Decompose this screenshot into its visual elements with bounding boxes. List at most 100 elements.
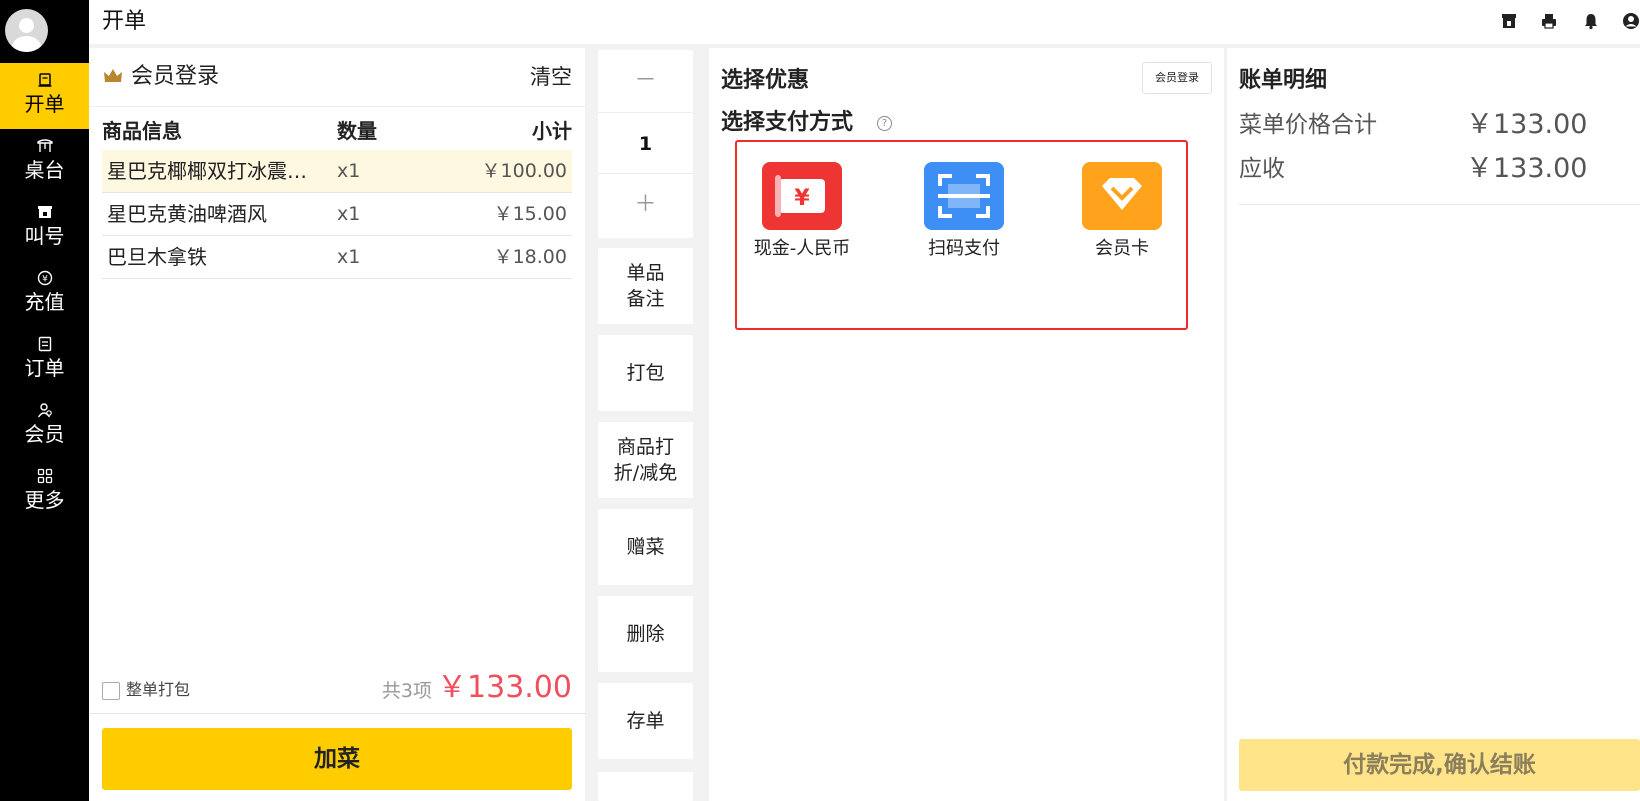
discount-label-line2: 折/减免 <box>613 462 678 484</box>
item-subtotal: ￥100.00 <box>481 160 567 182</box>
order-icon <box>0 72 89 90</box>
delete-button[interactable]: 删除 <box>598 596 693 672</box>
save-order-label: 存单 <box>626 710 665 732</box>
more-icon <box>0 468 89 486</box>
increment-button[interactable]: ＋ <box>598 174 693 236</box>
cash-icon: ¥ <box>762 162 842 230</box>
pack-all-label[interactable]: 整单打包 <box>126 678 190 702</box>
sidebar-item-call-number[interactable]: 叫号 <box>0 195 89 261</box>
delete-label: 删除 <box>626 623 665 645</box>
scan-icon <box>924 162 1004 230</box>
sidebar-item-label: 叫号 <box>24 224 65 248</box>
item-subtotal: ￥18.00 <box>493 246 567 268</box>
app: 开单 桌台 叫号 ¥ 充值 订单 会员 更多 开单 会员登录 清空 商品信息 数… <box>0 0 1640 801</box>
sidebar-item-label: 桌台 <box>24 158 65 182</box>
sidebar-item-orders[interactable]: 订单 <box>0 327 89 393</box>
item-note-button[interactable]: 单品 备注 <box>598 248 693 324</box>
sidebar: 开单 桌台 叫号 ¥ 充值 订单 会员 更多 <box>0 0 89 801</box>
receivable-label: 应收 <box>1239 156 1285 182</box>
clear-button[interactable]: 清空 <box>530 62 572 92</box>
items-table-header: 商品信息 数量 小计 <box>102 116 572 146</box>
payment-method-title: 选择支付方式 <box>721 110 854 135</box>
item-qty: x1 <box>337 160 361 182</box>
item-subtotal: ￥15.00 <box>493 203 567 225</box>
sidebar-item-more[interactable]: 更多 <box>0 459 89 525</box>
order-panel: 会员登录 清空 商品信息 数量 小计 星巴克椰椰双打冰震… x1 ￥100.00… <box>89 48 585 801</box>
quantity-value: 1 <box>598 112 693 174</box>
payment-method-label: 扫码支付 <box>928 238 1000 259</box>
item-name: 巴旦木拿铁 <box>107 245 207 269</box>
item-note-label-line1: 单品 <box>626 262 665 284</box>
bell-icon[interactable] <box>1582 12 1600 30</box>
pack-label: 打包 <box>626 362 665 384</box>
member-card-icon <box>1082 162 1162 230</box>
member-icon <box>0 402 89 420</box>
top-toolbar <box>1500 12 1640 32</box>
payment-methods: ¥ 现金-人民币 扫码支付 会员卡 <box>735 140 1188 330</box>
items-table: 星巴克椰椰双打冰震… x1 ￥100.00 星巴克黄油啤酒风 x1 ￥15.00… <box>102 150 572 279</box>
sidebar-item-label: 订单 <box>24 356 65 380</box>
column-header-info: 商品信息 <box>102 119 182 143</box>
table-row[interactable]: 星巴克椰椰双打冰震… x1 ￥100.00 <box>102 150 572 193</box>
discount-label-line1: 商品打 <box>616 436 674 458</box>
bill-panel: 账单明细 菜单价格合计 ￥133.00 应收 ￥133.00 付款完成,确认结账 <box>1227 48 1640 801</box>
table-icon <box>0 138 89 156</box>
sidebar-item-recharge[interactable]: ¥ 充值 <box>0 261 89 327</box>
call-number-icon[interactable] <box>1500 12 1518 30</box>
sidebar-item-label: 更多 <box>24 488 65 512</box>
member-login-row[interactable]: 会员登录 清空 <box>89 48 585 107</box>
avatar[interactable] <box>5 9 48 52</box>
item-name: 星巴克椰椰双打冰震… <box>107 159 307 183</box>
discount-button[interactable]: 商品打 折/减免 <box>598 422 693 498</box>
bill-title: 账单明细 <box>1239 68 1328 93</box>
sidebar-item-label: 充值 <box>24 290 65 314</box>
menu-total-label: 菜单价格合计 <box>1239 112 1377 138</box>
add-dish-button[interactable]: 加菜 <box>102 728 572 790</box>
order-total: ￥133.00 <box>437 670 572 705</box>
sidebar-item-member[interactable]: 会员 <box>0 393 89 459</box>
save-order-button[interactable]: 存单 <box>598 683 693 759</box>
recharge-icon: ¥ <box>0 270 89 288</box>
payment-method-scan[interactable]: 扫码支付 <box>899 162 1029 262</box>
payment-method-label: 现金-人民币 <box>753 238 851 259</box>
item-count: 共3项 <box>381 680 432 702</box>
more-actions-button[interactable] <box>598 772 693 801</box>
column-header-subtotal: 小计 <box>532 119 572 143</box>
table-row[interactable]: 巴旦木拿铁 x1 ￥18.00 <box>102 236 572 279</box>
table-row[interactable]: 星巴克黄油啤酒风 x1 ￥15.00 <box>102 193 572 236</box>
sidebar-item-table[interactable]: 桌台 <box>0 129 89 195</box>
pack-button[interactable]: 打包 <box>598 335 693 411</box>
menu-total-line: 菜单价格合计 ￥133.00 <box>1239 108 1640 142</box>
divider <box>89 713 585 714</box>
sidebar-item-label: 会员 <box>24 422 65 446</box>
member-login-button[interactable]: 会员登录 <box>1142 62 1212 94</box>
item-name: 星巴克黄油啤酒风 <box>107 202 267 226</box>
quantity-stepper: － 1 ＋ <box>598 50 693 238</box>
payment-method-cash[interactable]: ¥ 现金-人民币 <box>737 162 867 262</box>
receivable-value: ￥133.00 <box>1466 153 1588 184</box>
discount-title: 选择优惠 <box>721 68 810 93</box>
page-title: 开单 <box>102 9 147 34</box>
confirm-checkout-button[interactable]: 付款完成,确认结账 <box>1239 739 1640 791</box>
orders-icon <box>0 336 89 354</box>
help-icon[interactable]: ? <box>877 116 892 131</box>
sidebar-item-label: 开单 <box>24 92 65 116</box>
item-qty: x1 <box>337 246 361 268</box>
order-footer: 整单打包 共3项 ￥133.00 <box>102 666 572 714</box>
payment-method-label: 会员卡 <box>1095 238 1149 259</box>
item-note-label-line2: 备注 <box>626 288 665 310</box>
member-login-label[interactable]: 会员登录 <box>131 62 219 92</box>
gift-label: 赠菜 <box>626 536 665 558</box>
svg-text:¥: ¥ <box>42 275 48 285</box>
user-icon[interactable] <box>1622 12 1640 30</box>
sidebar-item-order[interactable]: 开单 <box>0 63 89 129</box>
gift-dish-button[interactable]: 赠菜 <box>598 509 693 585</box>
printer-icon[interactable] <box>1540 12 1558 30</box>
svg-text:¥: ¥ <box>794 186 810 211</box>
column-header-qty: 数量 <box>337 119 377 143</box>
payment-method-member-card[interactable]: 会员卡 <box>1057 162 1187 262</box>
receivable-line: 应收 ￥133.00 <box>1239 152 1640 186</box>
decrement-button[interactable]: － <box>598 50 693 112</box>
payment-panel: 选择优惠 会员登录 选择支付方式 ? ¥ 现金-人民币 扫码支付 会员卡 <box>709 48 1224 801</box>
pack-all-checkbox[interactable] <box>102 682 120 700</box>
